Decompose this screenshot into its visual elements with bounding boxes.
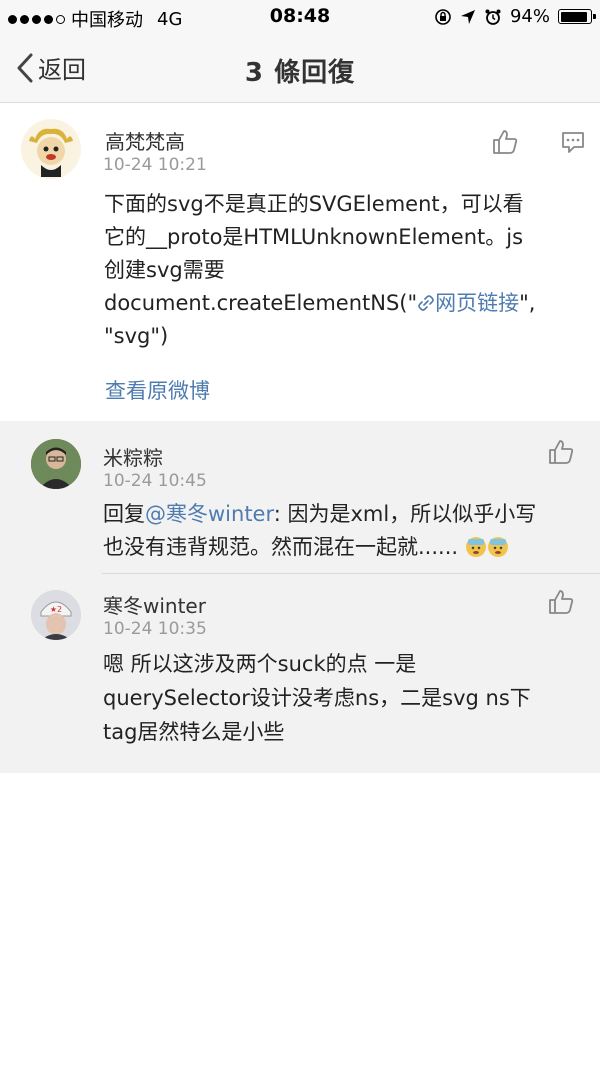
- reply-line: 回复@寒冬winter: 因为是xml，所以似乎小写: [103, 498, 593, 531]
- page-title: 3 條回復: [244, 58, 356, 88]
- main-comment: 高梵梵高 10-24 10:21 下面的svg不是真正的SVGElement，可…: [0, 103, 600, 421]
- comment-line: 下面的svg不是真正的SVGElement，可以看: [104, 192, 524, 216]
- reply-line: tag居然特么是小些: [103, 720, 285, 744]
- reply-time: 10-24 10:35: [103, 619, 207, 639]
- author-name[interactable]: 高梵梵高: [105, 126, 185, 155]
- battery-icon: [558, 9, 596, 24]
- comment-line: 创建svg需要: [104, 258, 225, 282]
- thumbs-up-icon: [549, 590, 574, 614]
- status-bar: 中国移动 4G 08:48 94%: [0, 0, 600, 34]
- svg-text:★2: ★2: [50, 605, 62, 614]
- avatar[interactable]: ★2: [31, 590, 81, 640]
- dizzy-emoji-icon: [465, 537, 486, 557]
- thumbs-up-icon: [493, 130, 518, 154]
- comment-line: 它的__proto是HTMLUnknownElement。js: [104, 225, 524, 249]
- reply-line: querySelector设计没考虑ns，二是svg ns下: [103, 686, 531, 710]
- link-icon: [418, 295, 434, 311]
- replies-section: 米粽粽 10-24 10:45 回复@寒冬winter: 因为是xml，所以似乎…: [0, 421, 600, 773]
- comment-button[interactable]: [558, 127, 588, 157]
- post-time: 10-24 10:21: [103, 155, 207, 175]
- link-label: 网页链接: [435, 291, 520, 315]
- comment-line: "svg"): [104, 324, 169, 348]
- reply-author-name[interactable]: 米粽粽: [103, 442, 163, 471]
- like-button[interactable]: [546, 437, 576, 467]
- comment-line: document.createElementNS(" 网页链接",: [104, 287, 594, 320]
- avatar[interactable]: [31, 439, 81, 489]
- nav-bar: 返回 3 條回復: [0, 34, 600, 103]
- reply-author-name[interactable]: 寒冬winter: [103, 590, 206, 619]
- monkey-avatar-icon: [21, 119, 81, 179]
- web-link[interactable]: 网页链接: [417, 291, 519, 315]
- comment-icon: [562, 132, 584, 153]
- like-button[interactable]: [490, 127, 520, 157]
- avatar[interactable]: [21, 119, 81, 179]
- alarm-icon: [485, 9, 501, 25]
- thumbs-up-icon: [549, 440, 574, 464]
- reply-text: : 因为是xml，所以似乎小写: [273, 502, 537, 526]
- code-text: ",: [519, 291, 536, 315]
- battery-percent: 94%: [509, 6, 550, 27]
- code-text: document.createElementNS(": [104, 291, 418, 315]
- reply-text: 也没有违背规范。然而混在一起就......: [103, 535, 459, 559]
- reply-divider: [102, 573, 600, 574]
- dizzy-emoji-icon: [487, 537, 508, 557]
- person-avatar-icon: ★2: [31, 590, 81, 640]
- person-avatar-icon: [31, 439, 81, 489]
- location-icon: [460, 9, 475, 24]
- like-button[interactable]: [546, 587, 576, 617]
- reply-prefix: 回复: [103, 502, 145, 526]
- mention-link[interactable]: @寒冬winter: [145, 502, 274, 526]
- status-right: 94%: [434, 6, 596, 27]
- rotation-lock-icon: [435, 8, 451, 25]
- view-original-link[interactable]: 查看原微博: [105, 375, 210, 405]
- reply-time: 10-24 10:45: [103, 471, 207, 491]
- reply-body: 回复@寒冬winter: 因为是xml，所以似乎小写 也没有违背规范。然而混在一…: [103, 498, 593, 564]
- reply-body: 嗯 所以这涉及两个suck的点 一是 querySelector设计没考虑ns，…: [103, 647, 593, 749]
- comment-body: 下面的svg不是真正的SVGElement，可以看 它的__proto是HTML…: [104, 188, 594, 353]
- reply-line: 也没有违背规范。然而混在一起就......: [103, 531, 593, 564]
- reply-line: 嗯 所以这涉及两个suck的点 一是: [103, 652, 417, 676]
